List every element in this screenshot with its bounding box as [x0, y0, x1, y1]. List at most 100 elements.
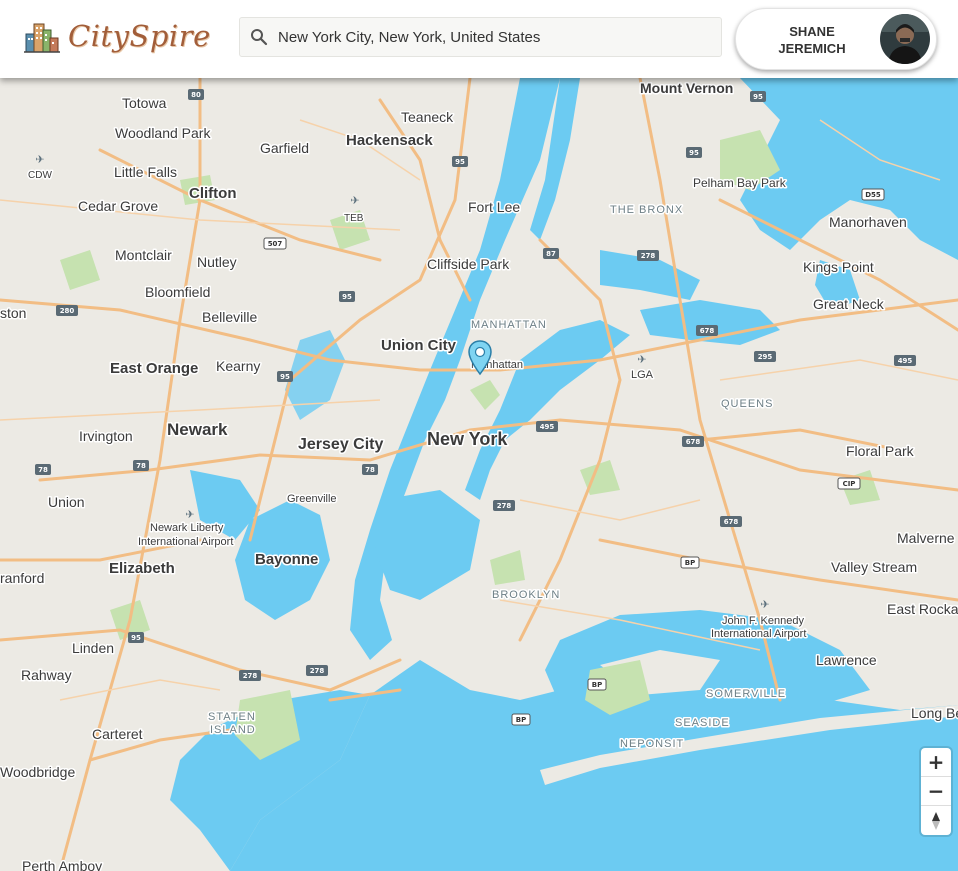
svg-text:Bayonne: Bayonne — [255, 551, 318, 568]
svg-text:Kings Point: Kings Point — [803, 259, 874, 275]
svg-text:East Orange: East Orange — [110, 360, 198, 377]
svg-text:507: 507 — [268, 240, 283, 248]
svg-text:95: 95 — [342, 293, 352, 301]
svg-text:495: 495 — [898, 357, 913, 365]
avatar-image — [880, 14, 930, 64]
map-pin-icon[interactable] — [467, 340, 493, 376]
svg-text:Newark Liberty: Newark Liberty — [150, 522, 224, 534]
map-view[interactable]: 80 95 95 95 507 87 278 95 280 678 295 49… — [0, 78, 958, 871]
svg-text:Montclair: Montclair — [115, 247, 172, 263]
svg-text:Carteret: Carteret — [92, 726, 143, 742]
svg-text:Clifton: Clifton — [189, 185, 236, 202]
svg-text:Perth Amboy: Perth Amboy — [22, 858, 102, 871]
svg-text:Teaneck: Teaneck — [401, 109, 454, 125]
svg-text:95: 95 — [689, 149, 699, 157]
svg-text:Fort Lee: Fort Lee — [468, 199, 520, 215]
airport-icon: ✈ — [637, 353, 646, 366]
map-canvas[interactable]: 80 95 95 95 507 87 278 95 280 678 295 49… — [0, 78, 958, 871]
svg-text:Cedar Grove: Cedar Grove — [78, 198, 158, 214]
svg-text:Elizabeth: Elizabeth — [109, 560, 175, 577]
svg-text:BP: BP — [592, 681, 602, 689]
svg-text:D55: D55 — [865, 191, 881, 199]
svg-text:95: 95 — [280, 373, 290, 381]
airport-icon: ✈ — [350, 194, 359, 207]
svg-text:Pelham Bay Park: Pelham Bay Park — [693, 176, 787, 190]
svg-text:ston: ston — [0, 305, 26, 321]
svg-text:78: 78 — [38, 466, 48, 474]
svg-text:Valley Stream: Valley Stream — [831, 559, 917, 575]
svg-text:Long Beach: Long Beach — [911, 705, 958, 721]
svg-text:Lawrence: Lawrence — [816, 652, 877, 668]
city-buildings-icon — [24, 23, 60, 53]
svg-text:Newark: Newark — [167, 420, 228, 439]
svg-text:Irvington: Irvington — [79, 428, 133, 444]
svg-text:TEB: TEB — [344, 213, 364, 224]
svg-text:95: 95 — [131, 634, 141, 642]
svg-text:CIP: CIP — [843, 480, 856, 488]
svg-text:Garfield: Garfield — [260, 140, 309, 156]
app-logo[interactable]: CitySpire — [24, 16, 211, 56]
svg-text:Totowa: Totowa — [122, 95, 167, 111]
svg-text:Union: Union — [48, 494, 85, 510]
zoom-in-button[interactable]: + — [921, 748, 951, 777]
svg-text:ISLAND: ISLAND — [210, 724, 256, 736]
svg-text:Greenville: Greenville — [287, 493, 337, 505]
svg-text:BP: BP — [516, 716, 526, 724]
svg-text:678: 678 — [686, 438, 701, 446]
svg-text:BP: BP — [685, 559, 695, 567]
svg-text:Union City: Union City — [381, 337, 457, 354]
svg-text:NEPONSIT: NEPONSIT — [620, 738, 684, 750]
svg-text:87: 87 — [546, 250, 556, 258]
search-input[interactable] — [276, 27, 700, 47]
user-name: SHANE JEREMICH — [758, 23, 866, 57]
svg-text:278: 278 — [243, 672, 258, 680]
svg-text:Woodland Park: Woodland Park — [115, 125, 211, 141]
svg-text:East Rockaway: East Rockaway — [887, 601, 958, 617]
svg-text:QUEENS: QUEENS — [721, 398, 773, 410]
svg-text:MANHATTAN: MANHATTAN — [471, 319, 547, 331]
avatar[interactable] — [880, 14, 930, 64]
svg-text:Jersey City: Jersey City — [298, 436, 383, 453]
svg-text:80: 80 — [191, 91, 201, 99]
svg-text:Linden: Linden — [72, 640, 114, 656]
svg-text:Bloomfield: Bloomfield — [145, 284, 210, 300]
svg-text:Manorhaven: Manorhaven — [829, 214, 907, 230]
svg-text:BROOKLYN: BROOKLYN — [492, 589, 560, 601]
svg-text:STATEN: STATEN — [208, 711, 256, 723]
svg-text:280: 280 — [60, 307, 75, 315]
svg-text:Little Falls: Little Falls — [114, 164, 177, 180]
svg-text:Rahway: Rahway — [21, 667, 72, 683]
svg-text:CDW: CDW — [28, 170, 52, 181]
svg-text:678: 678 — [700, 327, 715, 335]
app-name: CitySpire — [68, 19, 211, 53]
svg-text:LGA: LGA — [631, 369, 654, 381]
airport-icon: ✈ — [760, 598, 769, 611]
compass-icon — [932, 811, 940, 830]
svg-text:95: 95 — [455, 158, 465, 166]
svg-text:SOMERVILLE: SOMERVILLE — [706, 688, 786, 700]
svg-text:John F. Kennedy: John F. Kennedy — [722, 615, 804, 627]
search-icon — [251, 29, 268, 46]
airport-icon: ✈ — [35, 153, 44, 166]
svg-text:Woodbridge: Woodbridge — [0, 764, 75, 780]
compass-button[interactable] — [921, 806, 951, 835]
svg-text:295: 295 — [758, 353, 773, 361]
svg-text:Hackensack: Hackensack — [346, 132, 433, 149]
zoom-out-button[interactable]: − — [921, 777, 951, 806]
svg-text:95: 95 — [753, 93, 763, 101]
svg-text:78: 78 — [365, 466, 375, 474]
user-last-name: JEREMICH — [778, 41, 846, 56]
user-menu[interactable]: SHANE JEREMICH — [735, 8, 937, 70]
svg-text:Great Neck: Great Neck — [813, 296, 885, 312]
svg-text:SEASIDE: SEASIDE — [675, 717, 730, 729]
search-bar[interactable] — [239, 17, 722, 57]
svg-text:International Airport: International Airport — [138, 536, 233, 548]
app-header: CitySpire SHANE JEREMICH — [0, 0, 958, 78]
svg-text:678: 678 — [724, 518, 739, 526]
svg-text:278: 278 — [497, 502, 512, 510]
svg-text:Malverne: Malverne — [897, 530, 955, 546]
user-first-name: SHANE — [789, 24, 835, 39]
svg-text:THE BRONX: THE BRONX — [610, 204, 683, 216]
zoom-controls: + − — [921, 748, 951, 835]
svg-text:International Airport: International Airport — [711, 628, 806, 640]
